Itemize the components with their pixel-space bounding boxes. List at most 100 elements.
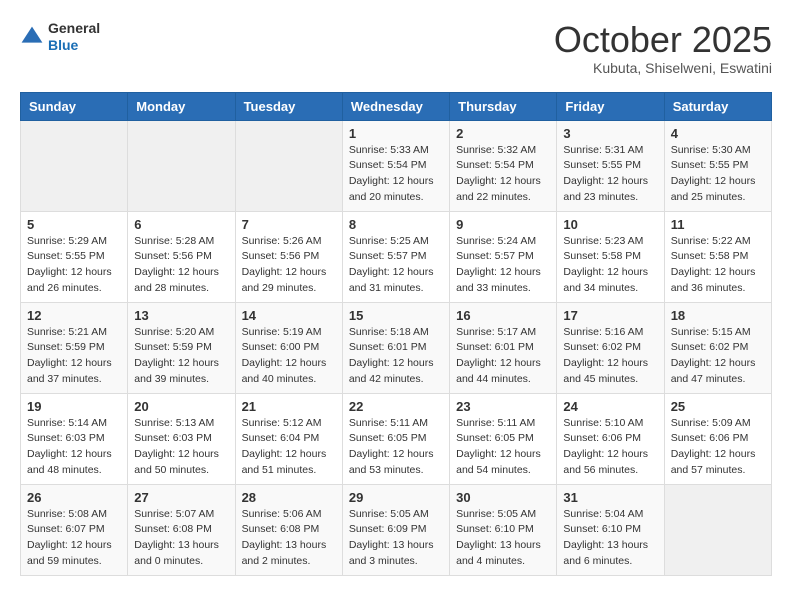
day-number: 27 (134, 490, 228, 505)
day-cell: 31 Sunrise: 5:04 AM Sunset: 6:10 PM Dayli… (557, 484, 664, 575)
location-subtitle: Kubuta, Shiselweni, Eswatini (554, 60, 772, 76)
day-number: 5 (27, 217, 121, 232)
day-info: Sunrise: 5:11 AM Sunset: 6:05 PM Dayligh… (456, 416, 550, 479)
day-info: Sunrise: 5:26 AM Sunset: 5:56 PM Dayligh… (242, 234, 336, 297)
day-cell: 17Sunrise: 5:16 AM Sunset: 6:02 PM Dayli… (557, 302, 664, 393)
day-info: Sunrise: 5:23 AM Sunset: 5:58 PM Dayligh… (563, 234, 657, 297)
weekday-header-thursday: Thursday (450, 92, 557, 120)
day-info: Sunrise: 5:25 AM Sunset: 5:57 PM Dayligh… (349, 234, 443, 297)
day-number: 20 (134, 399, 228, 414)
day-cell (664, 484, 771, 575)
day-info: Sunrise: 5:04 AM Sunset: 6:10 PM Dayligh… (563, 507, 657, 570)
day-info: Sunrise: 5:24 AM Sunset: 5:57 PM Dayligh… (456, 234, 550, 297)
day-number: 31 (563, 490, 657, 505)
day-cell: 29 Sunrise: 5:05 AM Sunset: 6:09 PM Dayli… (342, 484, 449, 575)
day-info: Sunrise: 5:11 AM Sunset: 6:05 PM Dayligh… (349, 416, 443, 479)
day-number: 12 (27, 308, 121, 323)
logo-text: General Blue (48, 20, 100, 54)
day-cell: 16Sunrise: 5:17 AM Sunset: 6:01 PM Dayli… (450, 302, 557, 393)
day-cell: 6Sunrise: 5:28 AM Sunset: 5:56 PM Daylig… (128, 211, 235, 302)
weekday-header-friday: Friday (557, 92, 664, 120)
day-info: Sunrise: 5:09 AM Sunset: 6:06 PM Dayligh… (671, 416, 765, 479)
day-number: 23 (456, 399, 550, 414)
page-header: General Blue October 2025 Kubuta, Shisel… (20, 20, 772, 76)
week-row-1: 1Sunrise: 5:33 AM Sunset: 5:54 PM Daylig… (21, 120, 772, 211)
day-number: 19 (27, 399, 121, 414)
day-number: 8 (349, 217, 443, 232)
day-cell: 5 Sunrise: 5:29 AM Sunset: 5:55 PM Daylig… (21, 211, 128, 302)
day-cell: 2Sunrise: 5:32 AM Sunset: 5:54 PM Daylig… (450, 120, 557, 211)
day-number: 26 (27, 490, 121, 505)
month-title: October 2025 (554, 20, 772, 60)
day-cell: 27 Sunrise: 5:07 AM Sunset: 6:08 PM Dayli… (128, 484, 235, 575)
day-cell: 4Sunrise: 5:30 AM Sunset: 5:55 PM Daylig… (664, 120, 771, 211)
day-cell: 23 Sunrise: 5:11 AM Sunset: 6:05 PM Dayli… (450, 393, 557, 484)
day-number: 17 (563, 308, 657, 323)
day-number: 21 (242, 399, 336, 414)
day-number: 15 (349, 308, 443, 323)
logo-icon (20, 25, 44, 49)
day-cell: 13Sunrise: 5:20 AM Sunset: 5:59 PM Dayli… (128, 302, 235, 393)
day-cell: 3 Sunrise: 5:31 AM Sunset: 5:55 PM Daylig… (557, 120, 664, 211)
day-info: Sunrise: 5:17 AM Sunset: 6:01 PM Dayligh… (456, 325, 550, 388)
day-info: Sunrise: 5:06 AM Sunset: 6:08 PM Dayligh… (242, 507, 336, 570)
day-number: 2 (456, 126, 550, 141)
day-cell: 26 Sunrise: 5:08 AM Sunset: 6:07 PM Dayli… (21, 484, 128, 575)
day-number: 3 (563, 126, 657, 141)
day-cell: 20Sunrise: 5:13 AM Sunset: 6:03 PM Dayli… (128, 393, 235, 484)
day-number: 7 (242, 217, 336, 232)
day-info: Sunrise: 5:19 AM Sunset: 6:00 PM Dayligh… (242, 325, 336, 388)
logo-blue: Blue (48, 37, 100, 54)
day-cell: 15 Sunrise: 5:18 AM Sunset: 6:01 PM Dayli… (342, 302, 449, 393)
day-info: Sunrise: 5:05 AM Sunset: 6:09 PM Dayligh… (349, 507, 443, 570)
day-number: 11 (671, 217, 765, 232)
day-cell: 28 Sunrise: 5:06 AM Sunset: 6:08 PM Dayli… (235, 484, 342, 575)
day-info: Sunrise: 5:14 AM Sunset: 6:03 PM Dayligh… (27, 416, 121, 479)
day-number: 28 (242, 490, 336, 505)
day-info: Sunrise: 5:07 AM Sunset: 6:08 PM Dayligh… (134, 507, 228, 570)
day-cell: 25Sunrise: 5:09 AM Sunset: 6:06 PM Dayli… (664, 393, 771, 484)
day-number: 30 (456, 490, 550, 505)
day-cell (128, 120, 235, 211)
day-info: Sunrise: 5:29 AM Sunset: 5:55 PM Dayligh… (27, 234, 121, 297)
day-cell: 24Sunrise: 5:10 AM Sunset: 6:06 PM Dayli… (557, 393, 664, 484)
day-info: Sunrise: 5:08 AM Sunset: 6:07 PM Dayligh… (27, 507, 121, 570)
weekday-header-tuesday: Tuesday (235, 92, 342, 120)
day-info: Sunrise: 5:15 AM Sunset: 6:02 PM Dayligh… (671, 325, 765, 388)
day-number: 4 (671, 126, 765, 141)
calendar-table: SundayMondayTuesdayWednesdayThursdayFrid… (20, 92, 772, 576)
day-info: Sunrise: 5:18 AM Sunset: 6:01 PM Dayligh… (349, 325, 443, 388)
day-cell: 30 Sunrise: 5:05 AM Sunset: 6:10 PM Dayli… (450, 484, 557, 575)
day-cell (235, 120, 342, 211)
day-info: Sunrise: 5:22 AM Sunset: 5:58 PM Dayligh… (671, 234, 765, 297)
day-cell: 8 Sunrise: 5:25 AM Sunset: 5:57 PM Daylig… (342, 211, 449, 302)
day-cell: 14 Sunrise: 5:19 AM Sunset: 6:00 PM Dayli… (235, 302, 342, 393)
day-info: Sunrise: 5:28 AM Sunset: 5:56 PM Dayligh… (134, 234, 228, 297)
day-cell: 21 Sunrise: 5:12 AM Sunset: 6:04 PM Dayli… (235, 393, 342, 484)
day-cell: 19 Sunrise: 5:14 AM Sunset: 6:03 PM Dayli… (21, 393, 128, 484)
weekday-header-wednesday: Wednesday (342, 92, 449, 120)
day-cell: 10 Sunrise: 5:23 AM Sunset: 5:58 PM Dayli… (557, 211, 664, 302)
day-info: Sunrise: 5:20 AM Sunset: 5:59 PM Dayligh… (134, 325, 228, 388)
week-row-5: 26 Sunrise: 5:08 AM Sunset: 6:07 PM Dayli… (21, 484, 772, 575)
day-cell: 11 Sunrise: 5:22 AM Sunset: 5:58 PM Dayli… (664, 211, 771, 302)
day-number: 10 (563, 217, 657, 232)
day-number: 18 (671, 308, 765, 323)
day-cell: 22 Sunrise: 5:11 AM Sunset: 6:05 PM Dayli… (342, 393, 449, 484)
title-block: October 2025 Kubuta, Shiselweni, Eswatin… (554, 20, 772, 76)
week-row-4: 19 Sunrise: 5:14 AM Sunset: 6:03 PM Dayli… (21, 393, 772, 484)
weekday-header-row: SundayMondayTuesdayWednesdayThursdayFrid… (21, 92, 772, 120)
day-number: 14 (242, 308, 336, 323)
week-row-2: 5 Sunrise: 5:29 AM Sunset: 5:55 PM Daylig… (21, 211, 772, 302)
day-cell: 18 Sunrise: 5:15 AM Sunset: 6:02 PM Dayli… (664, 302, 771, 393)
day-cell (21, 120, 128, 211)
week-row-3: 12Sunrise: 5:21 AM Sunset: 5:59 PM Dayli… (21, 302, 772, 393)
day-cell: 9Sunrise: 5:24 AM Sunset: 5:57 PM Daylig… (450, 211, 557, 302)
day-number: 22 (349, 399, 443, 414)
day-number: 29 (349, 490, 443, 505)
weekday-header-sunday: Sunday (21, 92, 128, 120)
weekday-header-monday: Monday (128, 92, 235, 120)
day-info: Sunrise: 5:12 AM Sunset: 6:04 PM Dayligh… (242, 416, 336, 479)
day-info: Sunrise: 5:31 AM Sunset: 5:55 PM Dayligh… (563, 143, 657, 206)
day-info: Sunrise: 5:05 AM Sunset: 6:10 PM Dayligh… (456, 507, 550, 570)
